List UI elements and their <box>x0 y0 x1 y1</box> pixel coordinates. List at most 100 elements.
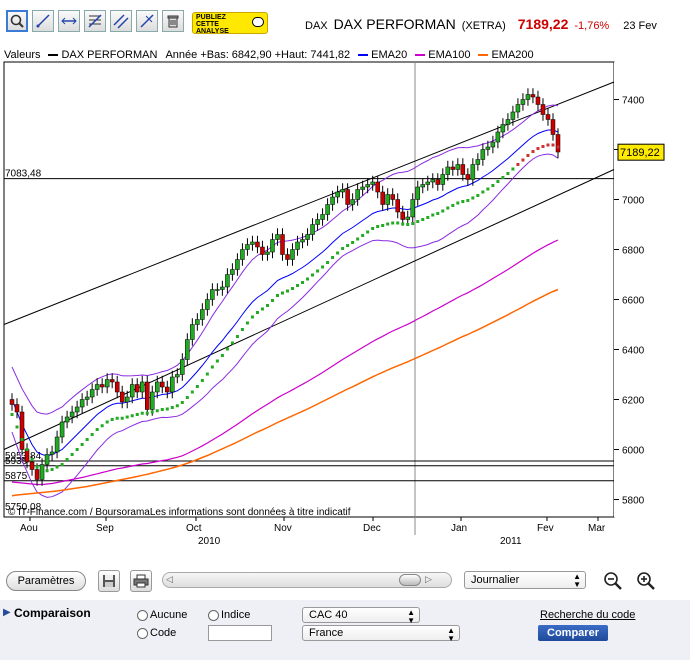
sar-dot <box>371 227 375 230</box>
index-select-value: CAC 40 <box>309 609 348 621</box>
sar-dot <box>75 448 79 451</box>
candle <box>250 241 255 245</box>
trend-line-icon <box>140 14 154 28</box>
radio-indice[interactable]: Indice <box>208 609 250 621</box>
trash-icon <box>167 15 179 28</box>
scroll-right-icon[interactable]: ▷ <box>425 574 432 585</box>
index-select[interactable]: CAC 40 ▲ ▼ <box>302 607 420 625</box>
country-select[interactable]: France ▲ ▼ <box>302 625 460 643</box>
sar-dot <box>476 194 480 197</box>
print-button[interactable] <box>130 570 152 592</box>
trend-line-button[interactable] <box>136 10 158 32</box>
sar-dot <box>120 416 124 420</box>
candle <box>14 404 20 413</box>
sar-dot <box>346 244 350 247</box>
chart-toolbar: PUBLIEZ CETTE ANALYSE DAX DAX PERFORMAN … <box>0 0 690 40</box>
candle <box>550 119 556 135</box>
radio-aucune[interactable]: Aucune <box>137 609 187 621</box>
comparison-title: Comparaison <box>14 606 91 620</box>
candle <box>390 194 395 200</box>
candle <box>265 251 270 255</box>
code-input[interactable] <box>208 625 272 641</box>
candle <box>9 399 15 405</box>
sar-dot <box>185 396 189 399</box>
candle <box>315 219 320 225</box>
candle <box>134 384 140 393</box>
candle <box>495 131 501 143</box>
scroll-left-icon[interactable]: ◁ <box>166 574 173 585</box>
channel-icon <box>113 14 129 29</box>
sar-dot <box>441 209 445 213</box>
candle <box>515 104 521 113</box>
sar-dot <box>250 315 254 319</box>
horizontal-line-button[interactable] <box>58 10 80 32</box>
candle <box>330 196 335 205</box>
y-tick-label: 6400 <box>622 346 645 357</box>
search-code-link[interactable]: Recherche du code <box>540 609 635 621</box>
sar-dot <box>270 299 274 302</box>
radio-code[interactable]: Code <box>137 627 176 639</box>
sar-dot <box>50 468 54 471</box>
sar-dot <box>401 222 405 226</box>
zoom-out-button[interactable] <box>602 570 624 592</box>
fibonacci-icon <box>88 14 102 28</box>
sar-dot <box>195 385 199 388</box>
candle <box>210 289 215 300</box>
sar-dot <box>416 220 420 223</box>
period-select[interactable]: Journalier ▲ ▼ <box>464 571 586 589</box>
compare-button[interactable]: Comparer <box>538 625 608 641</box>
timeline-scrollbar[interactable]: ◁ ▷ <box>162 572 452 588</box>
sar-dot <box>316 269 320 273</box>
candle <box>415 186 420 200</box>
sar-dot <box>381 224 385 227</box>
candle <box>215 289 220 291</box>
sar-dot <box>220 354 224 357</box>
y-tick-label: 6200 <box>622 396 645 407</box>
candle <box>480 149 486 160</box>
candle <box>59 421 65 438</box>
fibonacci-button[interactable] <box>84 10 106 32</box>
candle <box>385 194 390 205</box>
candle <box>475 159 481 165</box>
zoom-tool-button[interactable] <box>6 10 28 32</box>
candle <box>124 396 130 403</box>
candle <box>540 104 546 115</box>
price-tag: 7189,22 <box>620 147 660 159</box>
candle <box>260 246 265 255</box>
sar-dot <box>426 216 430 219</box>
zoom-in-button[interactable] <box>635 570 657 592</box>
sar-dot <box>551 143 555 147</box>
candle <box>350 199 355 205</box>
sar-dot <box>311 273 315 277</box>
parametres-button[interactable]: Paramètres <box>6 571 86 591</box>
channel-button[interactable] <box>110 10 132 32</box>
expand-arrow-icon[interactable]: ▶ <box>3 607 11 618</box>
candle <box>400 211 405 220</box>
select-arrows-icon: ▲ ▼ <box>447 626 455 643</box>
candle <box>109 379 115 383</box>
trash-button[interactable] <box>162 10 184 32</box>
candle <box>555 134 561 153</box>
candle <box>510 111 516 120</box>
instrument-date: 23 Fev <box>623 20 657 32</box>
price-chart[interactable]: 5800600062006400660068007000720074007083… <box>0 44 690 564</box>
sar-dot <box>386 222 390 226</box>
candle <box>455 164 461 170</box>
save-button[interactable] <box>98 570 120 592</box>
sar-dot <box>45 469 49 473</box>
candle <box>470 164 476 180</box>
sar-dot <box>15 425 19 429</box>
sar-dot <box>356 237 360 241</box>
sar-dot <box>80 443 84 446</box>
sar-dot <box>140 411 144 415</box>
scrollbar-thumb[interactable] <box>399 574 421 586</box>
candle <box>119 391 125 403</box>
publish-analysis-button[interactable]: PUBLIEZ CETTE ANALYSE <box>192 12 268 35</box>
candle <box>320 214 325 220</box>
draw-line-button[interactable] <box>32 10 54 32</box>
sar-dot <box>115 416 119 420</box>
candle <box>175 374 180 378</box>
x-tick-label: Fev <box>537 523 554 534</box>
sar-dot <box>35 465 39 469</box>
candle <box>465 174 471 180</box>
